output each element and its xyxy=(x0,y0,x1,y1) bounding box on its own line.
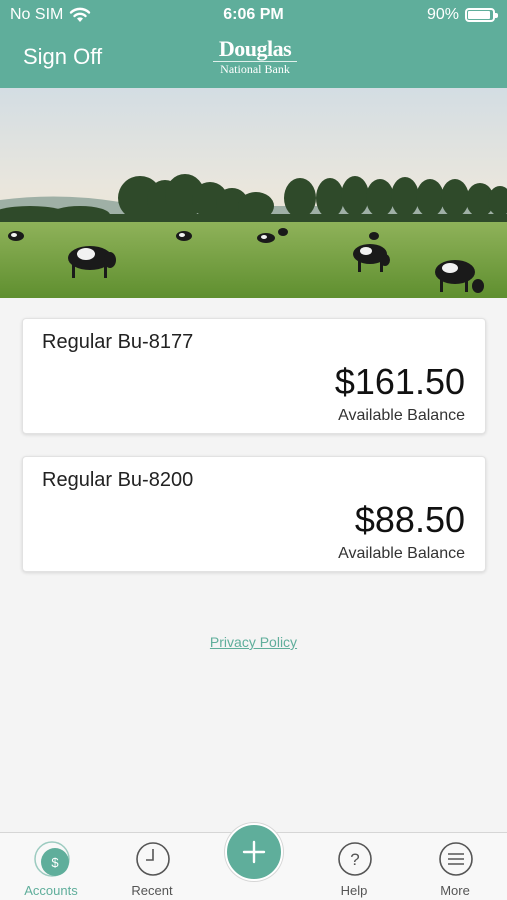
status-right: 90% xyxy=(426,6,498,24)
battery-icon xyxy=(465,8,498,22)
battery-level xyxy=(468,11,490,19)
tab-recent[interactable]: Recent xyxy=(102,833,202,900)
nav-bar: Sign Off Douglas National Bank xyxy=(0,30,507,88)
status-bar: No SIM 6:06 PM 90% xyxy=(0,0,507,30)
logo-bottom-text: National Bank xyxy=(213,61,297,75)
hero-image xyxy=(0,88,507,298)
add-button[interactable] xyxy=(225,823,283,881)
account-balance-amount: $161.50 xyxy=(334,361,465,402)
account-name: Regular Bu-8200 xyxy=(42,469,194,491)
menu-icon xyxy=(439,842,473,876)
sign-off-button[interactable]: Sign Off xyxy=(23,44,102,70)
tab-help[interactable]: ? Help xyxy=(304,833,404,900)
bank-logo: Douglas National Bank xyxy=(213,38,297,75)
tab-label: Help xyxy=(340,883,368,898)
tab-label: Accounts xyxy=(24,883,78,898)
account-card-8177[interactable]: Regular Bu-8177 $161.50 Available Balanc… xyxy=(22,318,486,434)
tab-label: Recent xyxy=(131,883,173,898)
svg-text:?: ? xyxy=(350,850,359,869)
clock-icon xyxy=(136,842,170,876)
battery-percent: 90% xyxy=(426,6,459,23)
available-balance-label: Available Balance xyxy=(338,545,465,562)
plus-icon xyxy=(242,840,266,864)
tab-label: More xyxy=(440,883,470,898)
svg-text:$: $ xyxy=(51,855,59,870)
available-balance-label: Available Balance xyxy=(338,407,465,424)
question-icon: ? xyxy=(338,842,372,876)
pasture-illustration xyxy=(0,88,507,298)
tab-bar: $ Accounts Recent ? Help More xyxy=(0,823,507,900)
privacy-policy-link[interactable]: Privacy Policy xyxy=(0,634,507,650)
tab-accounts[interactable]: $ Accounts xyxy=(1,833,101,900)
dollar-icon: $ xyxy=(34,841,70,877)
account-name: Regular Bu-8177 xyxy=(42,331,194,353)
logo-top-text: Douglas xyxy=(218,36,292,61)
app-header: No SIM 6:06 PM 90% Sign Off Douglas Nati… xyxy=(0,0,507,88)
account-card-8200[interactable]: Regular Bu-8200 $88.50 Available Balance xyxy=(22,456,486,572)
account-balance-amount: $88.50 xyxy=(354,499,465,540)
tab-more[interactable]: More xyxy=(405,833,505,900)
